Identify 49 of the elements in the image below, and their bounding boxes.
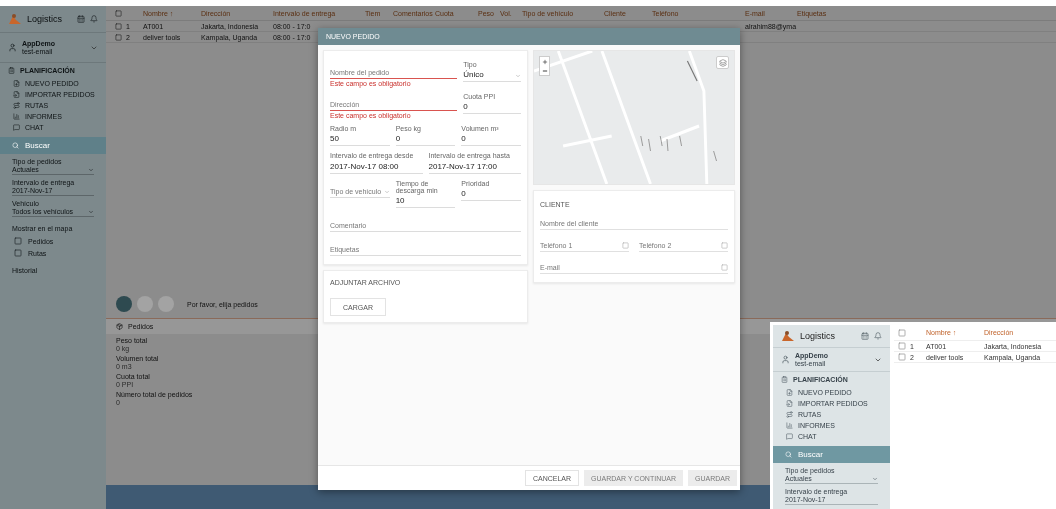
layers-icon [718, 58, 727, 67]
plus-icon [541, 58, 548, 65]
checkbox[interactable] [622, 242, 629, 249]
caret-icon [88, 208, 94, 215]
logo-icon [8, 13, 22, 25]
nav-icon [13, 124, 20, 131]
checkbox[interactable] [898, 342, 906, 350]
checkbox[interactable] [115, 9, 122, 17]
minus-icon [541, 67, 548, 74]
nav-icon [13, 80, 20, 87]
checkbox[interactable] [14, 237, 22, 245]
nav-icon [786, 389, 793, 396]
nav-icon [786, 400, 793, 407]
calendar-icon[interactable] [77, 15, 85, 23]
checkbox[interactable] [721, 242, 728, 249]
nav-icon [13, 102, 20, 109]
checkbox[interactable] [115, 22, 122, 30]
nav-icon [13, 113, 20, 120]
brand-name: Logistics [800, 331, 836, 341]
brand-name: Logistics [27, 14, 63, 24]
clipboard-icon [8, 67, 15, 74]
checkbox[interactable] [14, 249, 22, 257]
caret-icon [88, 166, 94, 173]
nav-icon [786, 422, 793, 429]
search-button[interactable]: Buscar [0, 137, 106, 154]
nav-icon [786, 411, 793, 418]
calendar-icon[interactable] [861, 332, 869, 340]
logo-icon [781, 330, 795, 342]
bell-icon[interactable] [874, 332, 882, 340]
search-button[interactable]: Buscar [773, 446, 890, 463]
checkbox[interactable] [898, 353, 906, 361]
checkbox[interactable] [898, 328, 906, 337]
nav-icon [786, 433, 793, 440]
user-icon [8, 43, 17, 52]
checkbox[interactable] [115, 33, 122, 41]
search-icon [12, 142, 19, 149]
checkbox[interactable] [721, 264, 728, 271]
search-icon [785, 451, 792, 458]
nav-icon [13, 91, 20, 98]
bell-icon[interactable] [90, 15, 98, 23]
zoom-in-button[interactable] [540, 57, 549, 66]
step-indicator[interactable] [116, 296, 132, 312]
layers-button[interactable] [716, 56, 729, 69]
caret-icon [383, 188, 390, 195]
caret-icon [515, 73, 521, 80]
caret-icon [872, 475, 878, 482]
user-icon [781, 355, 790, 364]
clipboard-icon [781, 376, 788, 383]
box-icon [116, 323, 123, 330]
